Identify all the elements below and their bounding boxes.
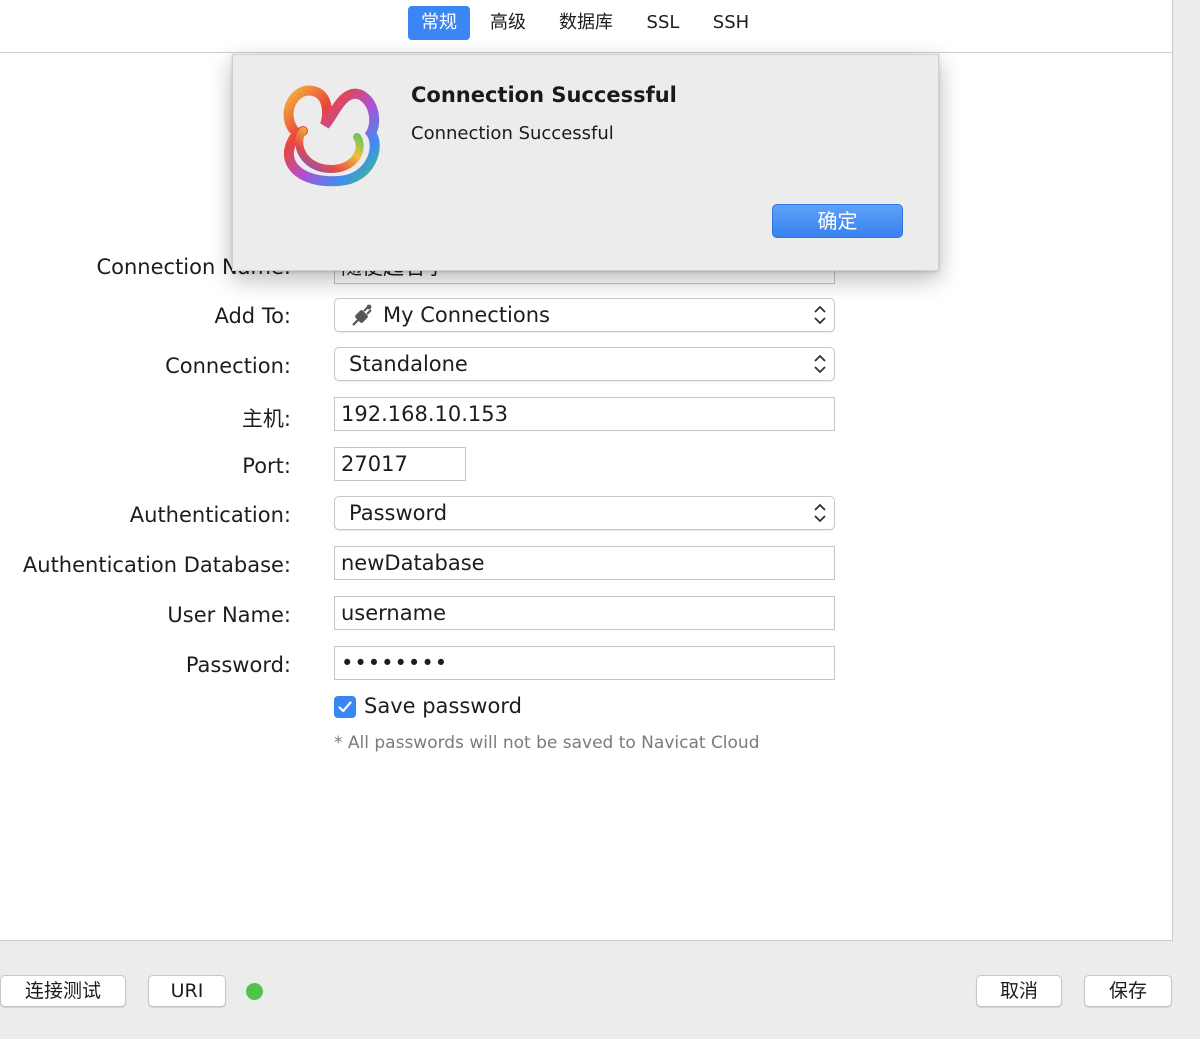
plug-icon [349, 303, 375, 329]
authentication-value: Password [349, 501, 448, 525]
stepper-icon [814, 503, 826, 523]
auth-database-field[interactable]: newDatabase [334, 546, 835, 580]
connection-success-alert: Connection Successful Connection Success… [232, 54, 939, 271]
alert-ok-button[interactable]: 确定 [772, 204, 903, 238]
host-field[interactable]: 192.168.10.153 [334, 397, 835, 431]
password-label: Password: [185, 653, 291, 677]
tab-ssh[interactable]: SSH [704, 6, 758, 40]
add-to-value: My Connections [383, 303, 550, 327]
connection-type-select[interactable]: Standalone [334, 347, 835, 381]
connection-settings-panel: 常规 高级 数据库 SSL SSH Connection Name: 随便起名字… [0, 0, 1173, 941]
save-button[interactable]: 保存 [1084, 975, 1172, 1007]
password-field[interactable]: •••••••• [334, 646, 835, 680]
alert-message: Connection Successful [411, 123, 614, 144]
save-password-checkbox[interactable] [334, 696, 356, 718]
test-connection-button[interactable]: 连接测试 [0, 975, 126, 1007]
uri-button[interactable]: URI [148, 975, 226, 1007]
stepper-icon [814, 354, 826, 374]
cloud-note: * All passwords will not be saved to Nav… [334, 733, 760, 753]
connection-status-indicator [246, 983, 263, 1000]
connection-type-value: Standalone [349, 352, 468, 376]
port-field[interactable]: 27017 [334, 447, 466, 481]
navicat-logo-icon [273, 81, 383, 191]
tab-general[interactable]: 常规 [408, 6, 470, 40]
authentication-label: Authentication: [129, 503, 291, 527]
connection-type-label: Connection: [165, 354, 291, 378]
tab-bar: 常规 高级 数据库 SSL SSH [0, 0, 1172, 53]
tab-advanced[interactable]: 高级 [482, 6, 534, 40]
auth-database-label: Authentication Database: [22, 553, 291, 577]
checkmark-icon [338, 701, 352, 713]
alert-title: Connection Successful [411, 83, 677, 107]
add-to-select[interactable]: My Connections [334, 298, 835, 332]
port-label: Port: [242, 454, 291, 478]
stepper-icon [814, 305, 826, 325]
save-password-label[interactable]: Save password [364, 694, 522, 718]
authentication-select[interactable]: Password [334, 496, 835, 530]
username-field[interactable]: username [334, 596, 835, 630]
tab-database[interactable]: 数据库 [550, 6, 622, 40]
tab-ssl[interactable]: SSL [638, 6, 688, 40]
add-to-label: Add To: [214, 304, 291, 328]
cancel-button[interactable]: 取消 [976, 975, 1062, 1007]
username-label: User Name: [167, 603, 291, 627]
host-label: 主机: [241, 407, 291, 431]
